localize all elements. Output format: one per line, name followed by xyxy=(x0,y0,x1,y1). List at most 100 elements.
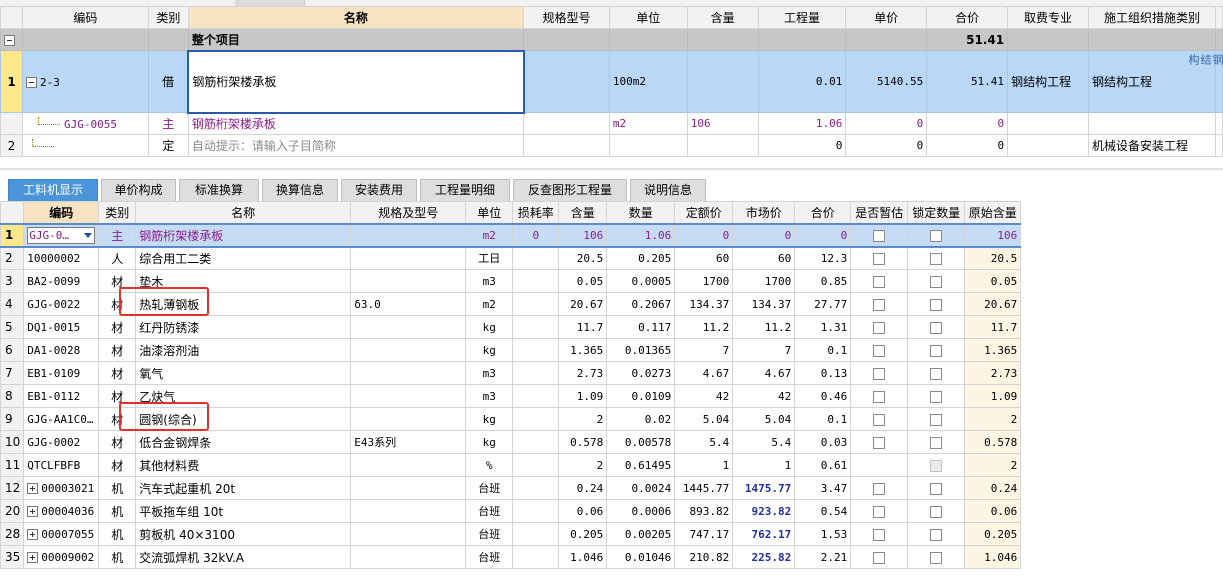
resource-content[interactable]: 11.7 xyxy=(558,315,608,339)
define-code-cell[interactable] xyxy=(21,134,149,157)
resource-name[interactable]: 汽车式起重机 20t xyxy=(135,476,352,500)
resource-row[interactable]: 9 GJG-AA1C0… 材圆钢(综合) kg 2 0.02 5.04 5.04 0.1 2 xyxy=(0,407,1022,431)
resource-original-content[interactable]: 0.06 xyxy=(964,499,1022,523)
item-content[interactable] xyxy=(686,50,759,113)
resource-content[interactable]: 0.24 xyxy=(558,476,608,500)
resource-content[interactable]: 0.578 xyxy=(558,430,608,454)
resource-loss-rate[interactable] xyxy=(512,292,560,316)
lock-checkbox-cell[interactable] xyxy=(907,246,966,270)
resource-total[interactable]: 0.13 xyxy=(794,361,852,385)
resource-spec[interactable] xyxy=(350,407,467,431)
resource-market-price[interactable]: 134.37 xyxy=(732,292,796,316)
lock-checkbox-cell[interactable] xyxy=(907,269,966,293)
lock-checkbox-cell[interactable] xyxy=(907,476,966,500)
resource-spec[interactable]: δ3.0 xyxy=(350,292,467,316)
lock-checkbox-cell[interactable] xyxy=(907,407,966,431)
row-number[interactable]: 10 xyxy=(0,430,25,454)
resource-total[interactable]: 1.53 xyxy=(794,522,852,546)
resource-code-cell[interactable]: EB1-0112 xyxy=(23,384,100,408)
expand-icon[interactable] xyxy=(27,552,39,563)
resource-quantity[interactable]: 0.02 xyxy=(606,407,676,431)
resource-total[interactable]: 0 xyxy=(794,222,852,248)
estimate-checkbox[interactable] xyxy=(873,229,886,242)
resource-quantity[interactable]: 0.0005 xyxy=(606,269,676,293)
resource-market-price[interactable]: 0 xyxy=(732,222,796,248)
lock-quantity-checkbox[interactable] xyxy=(930,252,943,265)
item-unit[interactable]: 100m2 xyxy=(608,50,688,113)
define-name-hint[interactable]: 自动提示：请输入子目简称 xyxy=(187,134,525,157)
tab-reverse-graphic-quantity[interactable]: 反查图形工程量 xyxy=(513,179,627,201)
resource-market-price[interactable]: 1475.77 xyxy=(732,476,796,500)
resource-unit[interactable]: 工日 xyxy=(465,246,514,270)
resource-spec[interactable] xyxy=(350,246,467,270)
tab-conversion-info[interactable]: 换算信息 xyxy=(262,179,338,201)
resource-original-content[interactable]: 0.05 xyxy=(964,269,1022,293)
resource-code-cell[interactable]: QTCLFBFB xyxy=(23,453,100,477)
resource-type[interactable]: 材 xyxy=(98,292,137,316)
resource-unit[interactable]: m3 xyxy=(465,384,514,408)
item-spec[interactable] xyxy=(523,50,610,113)
lock-quantity-checkbox[interactable] xyxy=(930,344,943,357)
resource-quota-price[interactable]: 7 xyxy=(674,338,734,362)
resource-quota-price[interactable]: 5.4 xyxy=(674,430,734,454)
estimate-checkbox-cell[interactable] xyxy=(850,430,909,454)
estimate-checkbox[interactable] xyxy=(873,436,886,449)
lock-quantity-checkbox[interactable] xyxy=(930,367,943,380)
lock-quantity-checkbox[interactable] xyxy=(930,413,943,426)
collapse-icon[interactable] xyxy=(4,34,15,46)
resource-loss-rate[interactable] xyxy=(512,476,560,500)
resource-total[interactable]: 12.3 xyxy=(794,246,852,270)
resource-row[interactable]: 11 QTCLFBFB 材其他材料费% 2 0.61495 1 1 0.61 2 xyxy=(0,453,1022,477)
resource-quota-price[interactable]: 11.2 xyxy=(674,315,734,339)
estimate-checkbox-cell[interactable] xyxy=(850,222,909,248)
resource-original-content[interactable]: 1.046 xyxy=(964,545,1022,569)
resource-quantity[interactable]: 0.0006 xyxy=(606,499,676,523)
estimate-checkbox-cell[interactable] xyxy=(850,292,909,316)
resource-market-price[interactable]: 1700 xyxy=(732,269,796,293)
resource-unit[interactable]: kg xyxy=(465,407,514,431)
resource-quota-price[interactable]: 893.82 xyxy=(674,499,734,523)
resource-content[interactable]: 20.5 xyxy=(558,246,608,270)
resource-content[interactable]: 2.73 xyxy=(558,361,608,385)
resource-original-content[interactable]: 2 xyxy=(964,407,1022,431)
resource-type[interactable]: 机 xyxy=(98,499,137,523)
resource-unit[interactable]: 台班 xyxy=(465,499,514,523)
header-quota-price[interactable]: 定额价 xyxy=(674,201,734,224)
estimate-checkbox-cell[interactable] xyxy=(850,246,909,270)
resource-loss-rate[interactable] xyxy=(512,384,560,408)
resource-loss-rate[interactable] xyxy=(512,338,560,362)
sub-total[interactable]: 0 xyxy=(926,112,1009,135)
estimate-checkbox-cell[interactable] xyxy=(850,338,909,362)
tab-installation-fee[interactable]: 安装费用 xyxy=(341,179,417,201)
define-price[interactable]: 0 xyxy=(845,134,928,157)
resource-spec[interactable] xyxy=(350,222,467,248)
resource-row[interactable]: 2 10000002 人综合用工二类 工日 20.5 0.205 60 60 12.3 20.5 xyxy=(0,246,1022,270)
resource-name[interactable]: 乙炔气 xyxy=(135,384,352,408)
resource-content[interactable]: 20.67 xyxy=(558,292,608,316)
row-number[interactable]: 2 xyxy=(0,134,23,157)
resource-total[interactable]: 0.54 xyxy=(794,499,852,523)
resource-name[interactable]: 垫木 xyxy=(135,269,352,293)
estimate-checkbox-cell[interactable] xyxy=(850,522,909,546)
row-number[interactable]: 1 xyxy=(0,50,23,113)
estimate-checkbox-cell[interactable] xyxy=(850,407,909,431)
resource-loss-rate[interactable]: 0 xyxy=(512,222,560,248)
resource-loss-rate[interactable] xyxy=(512,430,560,454)
resource-quantity[interactable]: 0.205 xyxy=(606,246,676,270)
resource-total[interactable]: 0.85 xyxy=(794,269,852,293)
lock-checkbox-cell[interactable] xyxy=(907,545,966,569)
resource-loss-rate[interactable] xyxy=(512,499,560,523)
resource-type[interactable]: 材 xyxy=(98,453,137,477)
row-number[interactable]: 9 xyxy=(0,407,25,431)
header-code[interactable]: 编码 xyxy=(21,6,149,29)
resource-quantity[interactable]: 0.0024 xyxy=(606,476,676,500)
lock-quantity-checkbox[interactable] xyxy=(930,528,943,541)
lock-quantity-checkbox[interactable] xyxy=(930,321,943,334)
resource-original-content[interactable]: 106 xyxy=(964,222,1022,248)
estimate-checkbox[interactable] xyxy=(873,367,886,380)
resource-spec[interactable] xyxy=(350,522,467,546)
resource-row[interactable]: 8 EB1-0112 材乙炔气 m3 1.09 0.0109 42 42 0.46 1.09 xyxy=(0,384,1022,408)
estimate-checkbox[interactable] xyxy=(873,482,886,495)
resource-name[interactable]: 油漆溶剂油 xyxy=(135,338,352,362)
resource-code-cell[interactable]: 00003021 xyxy=(23,476,100,500)
